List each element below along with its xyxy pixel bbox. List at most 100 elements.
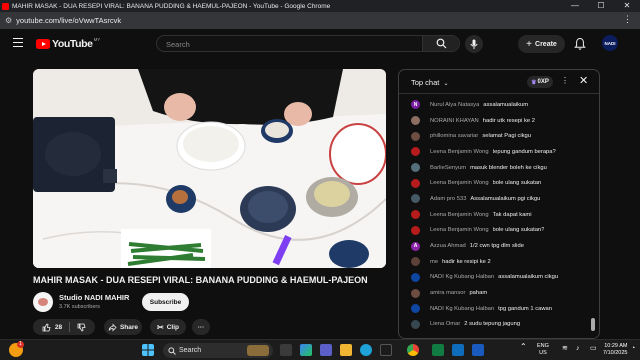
chat-message[interactable]: Leena Benjamin Wong Tak dapat kami (399, 207, 589, 223)
chat-author-name[interactable]: Leena Benjamin Wong (430, 227, 489, 233)
maximize-button[interactable]: ☐ (588, 0, 614, 12)
account-avatar[interactable]: NADI (602, 35, 618, 51)
create-label: Create (535, 40, 557, 48)
close-window-button[interactable]: ✕ (614, 0, 640, 12)
chat-author-avatar (411, 225, 420, 235)
outlook-icon[interactable] (452, 344, 464, 356)
chat-message[interactable]: BarlieSenyum masuk blender boleh ke cikgu (399, 160, 589, 176)
chat-author-name[interactable]: Leena Benjamin Wong (430, 212, 489, 218)
copilot-icon[interactable] (300, 344, 312, 356)
chat-message[interactable]: Leena Benjamin Wong bole ulang sukatan? (399, 223, 589, 239)
word-icon[interactable] (472, 344, 484, 356)
search-input[interactable]: Search (166, 40, 190, 49)
youtube-play-icon (36, 39, 50, 49)
chat-more-icon[interactable]: ⋮ (561, 76, 569, 85)
notification-bell-icon[interactable]: ◔ (631, 345, 635, 352)
chat-message[interactable]: N Nurul Alya Natasya assalamualaikum (399, 97, 589, 113)
chat-message[interactable]: NORAINI KHAYAN hadir utk resepi ke 2 (399, 113, 589, 129)
like-button[interactable]: 28 (42, 322, 62, 332)
language-top: ENG (537, 343, 549, 349)
chat-author-avatar (411, 194, 420, 204)
microphone-icon (470, 39, 478, 49)
language-indicator[interactable]: ENG US (537, 343, 549, 357)
file-explorer-icon[interactable] (340, 344, 352, 356)
chat-message-text: hadir utk resepi ke 2 (482, 117, 535, 124)
taskbar-search[interactable]: Search (163, 343, 273, 358)
site-settings-icon[interactable]: ⚙ (5, 16, 12, 25)
points-label: 0XP (537, 79, 549, 85)
notifications-bell-icon[interactable] (574, 37, 586, 51)
chat-author-name[interactable]: NORAINI KHAYAN (430, 118, 479, 124)
chat-author-name[interactable]: BarlieSenyum (430, 165, 466, 171)
more-actions-button[interactable]: ··· (192, 319, 210, 335)
store-icon[interactable] (380, 344, 392, 356)
task-view-icon[interactable] (280, 344, 292, 356)
chat-author-name[interactable]: Leena Benjamin Wong (430, 180, 489, 186)
excel-icon[interactable] (432, 344, 444, 356)
chat-author-avatar (411, 319, 420, 329)
chat-message-text: Tak dapat kami (492, 211, 532, 218)
chat-author-avatar: A (411, 241, 420, 251)
menu-icon[interactable] (13, 38, 23, 47)
chrome-icon[interactable] (407, 344, 419, 356)
subscribe-button[interactable]: Subscribe (142, 293, 189, 311)
chat-message[interactable]: Leena Benjamin Wong tepung gandum berapa? (399, 144, 589, 160)
channel-avatar[interactable] (33, 292, 53, 312)
teams-icon[interactable] (320, 344, 332, 356)
chat-author-name[interactable]: NADI Kg Kubang Halban (430, 274, 494, 280)
chat-author-avatar: N (411, 100, 420, 110)
chat-message[interactable]: me hadir ke resipi ke 2 (399, 254, 589, 270)
thumbs-down-icon[interactable] (77, 323, 86, 332)
windows-start-icon[interactable] (142, 344, 154, 356)
tray-chevron-icon[interactable]: ⌃ (520, 343, 527, 351)
points-badge[interactable]: ♛ 0XP (527, 76, 553, 88)
chat-mode-dropdown[interactable]: Top chat ⌄ (411, 78, 448, 87)
chat-scrollbar[interactable] (591, 318, 595, 331)
wifi-icon[interactable]: ≋ (562, 345, 568, 352)
youtube-logo[interactable]: YouTube MY (36, 37, 100, 50)
chat-message[interactable]: amira mansor paham (399, 285, 589, 301)
address-bar[interactable]: ⚙ youtube.com/live/oVwwTAsrcvk ⋮ (0, 12, 640, 29)
clock[interactable]: 10:29 AM 7/10/2025 (603, 343, 627, 357)
clip-button[interactable]: ✂ Clip (150, 319, 186, 335)
chat-message[interactable]: NADI Kg Kubang Halban assalamualaikum cik… (399, 270, 589, 286)
channel-name[interactable]: Studio NADI MAHIR (59, 293, 129, 302)
chat-message[interactable]: Adam pro 533 Assalamualaikum pgi cikgu (399, 191, 589, 207)
browser-menu-icon[interactable]: ⋮ (623, 14, 632, 25)
battery-icon[interactable]: ▭ (590, 345, 597, 352)
chat-message[interactable]: Leena Benjamin Wong bole ulang sukatan (399, 175, 589, 191)
chat-message-text: assalamualaikum cikgu (498, 274, 559, 281)
chat-author-name[interactable]: Nurul Alya Natasya (430, 102, 479, 108)
youtube-header: YouTube MY Search + Create (0, 29, 640, 59)
chat-author-name[interactable]: Adam pro 533 (430, 196, 466, 202)
chat-message[interactable]: NADI Kg Kubang Halban tpg gandum 1 cawan (399, 301, 589, 317)
chat-author-name[interactable]: Azzua Ahmad (430, 243, 466, 249)
chat-author-name[interactable]: Liena Omar (430, 321, 460, 327)
share-button[interactable]: Share (104, 319, 142, 335)
chat-message[interactable]: A Azzua Ahmad 1/2 cwn tpg dlm slide (399, 238, 589, 254)
chat-message-text: bole ulang sukatan (492, 180, 542, 187)
search-button[interactable] (422, 36, 459, 51)
chat-author-name[interactable]: amira mansor (430, 290, 465, 296)
like-dislike-group: 28 (33, 319, 95, 335)
voice-search-button[interactable] (465, 35, 483, 53)
volume-icon[interactable]: ♪ (576, 345, 580, 352)
search-box[interactable]: Search (156, 35, 460, 52)
chat-message-list: N Nurul Alya Natasya assalamualaikum NORAIN… (399, 97, 589, 332)
chat-message-text: Assalamualaikum pgi cikgu (470, 195, 541, 202)
chat-close-icon[interactable]: ✕ (579, 74, 588, 87)
chat-message-text: tepung gandum berapa? (492, 148, 556, 155)
url-text[interactable]: youtube.com/live/oVwwTAsrcvk (16, 16, 121, 25)
video-player[interactable] (33, 69, 386, 268)
chat-author-avatar (411, 178, 420, 188)
minimize-button[interactable]: — (562, 0, 588, 12)
chat-author-name[interactable]: me (430, 259, 438, 265)
chat-author-name[interactable]: phillomina savariar (430, 133, 478, 139)
chat-author-name[interactable]: NADI Kg Kubang Halban (430, 306, 494, 312)
chat-message[interactable]: phillomina savariar selamat Pagi cikgu (399, 128, 589, 144)
chat-author-avatar (411, 116, 420, 126)
edge-icon[interactable] (360, 344, 372, 356)
chat-author-name[interactable]: Leena Benjamin Wong (430, 149, 489, 155)
chat-message[interactable]: Liena Omar 2 sudu tepung jagung (399, 317, 589, 333)
create-button[interactable]: + Create (518, 35, 565, 53)
